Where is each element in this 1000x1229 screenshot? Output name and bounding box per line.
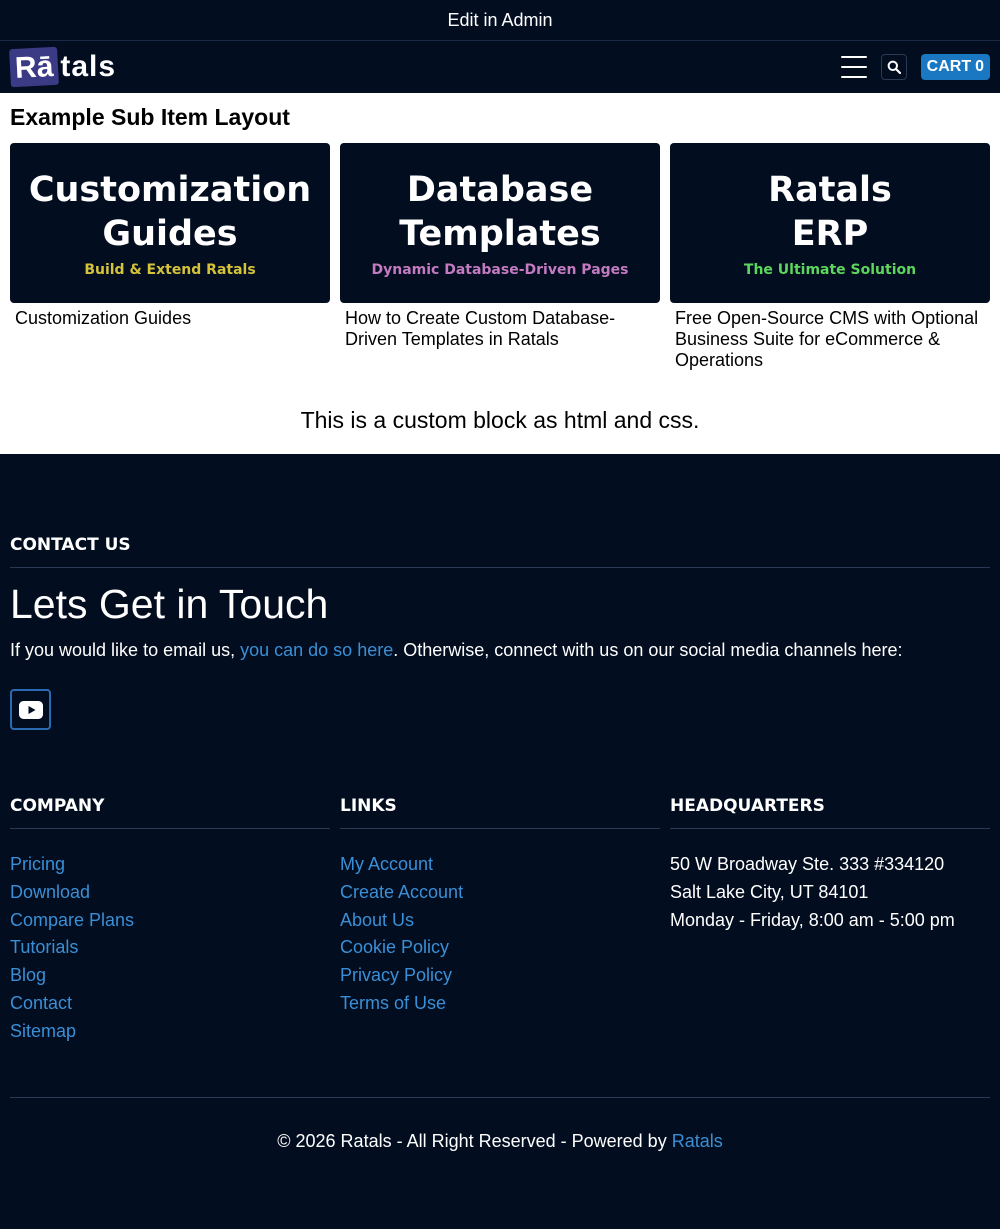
edit-in-admin-link[interactable]: Edit in Admin xyxy=(0,0,1000,41)
card-image[interactable]: Customization Guides Build & Extend Rata… xyxy=(10,143,330,303)
footer-link-blog[interactable]: Blog xyxy=(10,965,46,985)
company-title: COMPANY xyxy=(10,794,330,829)
card-image[interactable]: Ratals ERP The Ultimate Solution xyxy=(670,143,990,303)
card-image-subtitle: Dynamic Database-Driven Pages xyxy=(371,262,629,278)
address-line: Salt Lake City, UT 84101 xyxy=(670,881,869,902)
card-image-line2: Guides xyxy=(102,214,238,254)
cart-count: 0 xyxy=(975,58,984,75)
main-content: Example Sub Item Layout Customization Gu… xyxy=(0,93,1000,454)
page-title: Example Sub Item Layout xyxy=(10,104,290,130)
footer-link-sitemap[interactable]: Sitemap xyxy=(10,1021,76,1041)
touch-text: If you would like to email us, you can d… xyxy=(10,640,990,661)
logo-text: tals xyxy=(60,50,117,83)
copyright-text: © 2026 Ratals - All Right Reserved - Pow… xyxy=(277,1130,672,1151)
footer-link-pricing[interactable]: Pricing xyxy=(10,854,65,874)
card-caption[interactable]: Customization Guides xyxy=(10,303,330,329)
card-image-line1: Ratals xyxy=(768,170,892,210)
email-link[interactable]: you can do so here xyxy=(240,640,393,660)
footer-link-cookie-policy[interactable]: Cookie Policy xyxy=(340,937,449,957)
contact-heading: CONTACT US xyxy=(10,454,990,568)
card-image-line1: Customization xyxy=(28,170,312,210)
cart-label: CART xyxy=(926,58,972,75)
copyright: © 2026 Ratals - All Right Reserved - Pow… xyxy=(10,1096,990,1152)
card-ratals-erp[interactable]: Ratals ERP The Ultimate Solution Free Op… xyxy=(670,143,990,371)
card-database-templates[interactable]: Database Templates Dynamic Database-Driv… xyxy=(340,143,660,371)
youtube-icon xyxy=(18,700,43,719)
admin-bar-label[interactable]: Edit in Admin xyxy=(447,10,552,31)
youtube-button[interactable] xyxy=(10,689,51,730)
footer-link-compare-plans[interactable]: Compare Plans xyxy=(10,910,134,930)
search-icon xyxy=(887,60,901,74)
card-image-subtitle: Build & Extend Ratals xyxy=(84,262,256,278)
footer-link-about-us[interactable]: About Us xyxy=(340,910,414,930)
address-line: 50 W Broadway Ste. 333 #334120 xyxy=(670,854,945,874)
footer-link-my-account[interactable]: My Account xyxy=(340,854,433,874)
card-image-subtitle: The Ultimate Solution xyxy=(743,262,917,278)
footer-link-contact[interactable]: Contact xyxy=(10,993,72,1013)
footer-link-tutorials[interactable]: Tutorials xyxy=(10,937,78,957)
search-button[interactable] xyxy=(880,54,907,80)
site-footer: CONTACT US Lets Get in Touch If you woul… xyxy=(0,454,1000,1152)
links-title: LINKS xyxy=(340,794,660,829)
card-image[interactable]: Database Templates Dynamic Database-Driv… xyxy=(340,143,660,303)
custom-block: This is a custom block as html and css. xyxy=(300,407,700,433)
headquarters-address: 50 W Broadway Ste. 333 #334120 Salt Lake… xyxy=(670,851,990,934)
footer-link-terms-of-use[interactable]: Terms of Use xyxy=(340,993,446,1013)
business-hours: Monday - Friday, 8:00 am - 5:00 pm xyxy=(670,909,955,930)
footer-link-create-account[interactable]: Create Account xyxy=(340,882,463,902)
card-caption[interactable]: Free Open-Source CMS with Optional Busin… xyxy=(670,303,990,371)
card-grid: Customization Guides Build & Extend Rata… xyxy=(10,143,990,371)
card-customization-guides[interactable]: Customization Guides Build & Extend Rata… xyxy=(10,143,330,371)
touch-text-pre: If you would like to email us, xyxy=(10,640,241,660)
card-image-line2: ERP xyxy=(791,214,869,254)
company-column: COMPANY Pricing Download Compare Plans T… xyxy=(10,794,330,1046)
powered-by-link[interactable]: Ratals xyxy=(672,1131,723,1151)
card-image-line2: Templates xyxy=(399,214,601,254)
logo-mark: Rā xyxy=(9,46,60,88)
site-logo[interactable]: Rā tals xyxy=(9,46,117,88)
site-header: Rā tals CART 0 xyxy=(0,41,1000,93)
card-caption[interactable]: How to Create Custom Database-Driven Tem… xyxy=(340,303,660,350)
footer-columns: COMPANY Pricing Download Compare Plans T… xyxy=(10,794,990,1046)
touch-title: Lets Get in Touch xyxy=(10,581,329,627)
card-image-line1: Database xyxy=(406,170,594,210)
touch-text-post: . Otherwise, connect with us on our soci… xyxy=(393,640,903,660)
footer-link-download[interactable]: Download xyxy=(10,882,90,902)
links-column: LINKS My Account Create Account About Us… xyxy=(340,794,660,1046)
hamburger-icon[interactable] xyxy=(840,56,867,78)
headquarters-column: HEADQUARTERS 50 W Broadway Ste. 333 #334… xyxy=(670,794,990,1046)
cart-button[interactable]: CART 0 xyxy=(920,54,990,80)
footer-link-privacy-policy[interactable]: Privacy Policy xyxy=(340,965,452,985)
headquarters-title: HEADQUARTERS xyxy=(670,794,990,829)
